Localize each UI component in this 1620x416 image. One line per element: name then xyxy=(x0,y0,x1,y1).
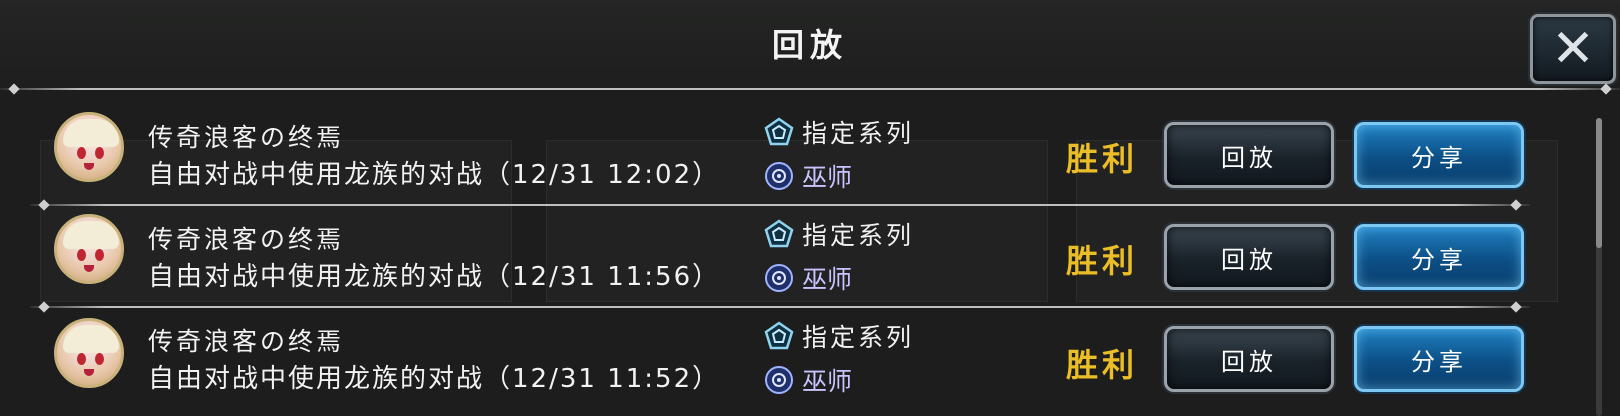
pentagon-deck-icon xyxy=(764,321,794,350)
match-result: 胜利 xyxy=(1066,140,1139,178)
pentagon-deck-icon xyxy=(764,117,794,146)
close-button[interactable]: ✕ xyxy=(1530,14,1616,84)
replay-record-row: 传奇浪客の终焉 自由对战中使用龙族的对战（12/31 11:52） 指定系列 巫… xyxy=(0,306,1600,410)
opponent-class-label: 巫师 xyxy=(802,367,853,396)
close-icon: ✕ xyxy=(1551,19,1595,79)
opponent-class-label: 巫师 xyxy=(802,163,853,192)
deck-type: 指定系列 xyxy=(764,216,914,252)
runecraft-class-icon xyxy=(765,264,793,292)
player-name: 传奇浪客の终焉 xyxy=(148,327,345,356)
match-description: 自由对战中使用龙族的对战（12/31 11:56） xyxy=(148,262,721,292)
runecraft-class-icon xyxy=(765,366,793,394)
runecraft-class-icon xyxy=(765,162,793,190)
replay-record-row: 传奇浪客の终焉 自由对战中使用龙族的对战（12/31 11:56） 指定系列 巫… xyxy=(0,204,1600,308)
replay-button[interactable]: 回放 xyxy=(1164,122,1334,188)
player-avatar xyxy=(54,214,124,284)
player-name: 传奇浪客の终焉 xyxy=(148,225,345,254)
share-button[interactable]: 分享 xyxy=(1354,326,1524,392)
deck-type-label: 指定系列 xyxy=(802,323,915,352)
player-avatar xyxy=(54,318,124,388)
scrollbar-thumb[interactable] xyxy=(1596,118,1602,248)
pentagon-deck-icon xyxy=(764,219,794,248)
share-button[interactable]: 分享 xyxy=(1354,224,1524,290)
player-name: 传奇浪客の终焉 xyxy=(148,123,345,152)
header-divider xyxy=(0,88,1620,90)
match-description: 自由对战中使用龙族的对战（12/31 11:52） xyxy=(148,364,721,394)
page-title: 回放 xyxy=(771,26,848,64)
match-description: 自由对战中使用龙族的对战（12/31 12:02） xyxy=(148,160,721,190)
match-result: 胜利 xyxy=(1066,346,1139,384)
dialog-header: 回放 ✕ xyxy=(0,0,1620,88)
opponent-class-label: 巫师 xyxy=(802,265,853,294)
replay-record-row: 传奇浪客の终焉 自由对战中使用龙族的对战（12/31 12:02） 指定系列 巫… xyxy=(0,100,1600,204)
deck-type-label: 指定系列 xyxy=(802,221,915,250)
opponent-class: 巫师 xyxy=(764,260,852,296)
opponent-class: 巫师 xyxy=(764,362,852,398)
match-result: 胜利 xyxy=(1066,242,1139,280)
opponent-class: 巫师 xyxy=(764,158,852,194)
replay-button[interactable]: 回放 xyxy=(1164,326,1334,392)
replay-button[interactable]: 回放 xyxy=(1164,224,1334,290)
player-avatar xyxy=(54,112,124,182)
share-button[interactable]: 分享 xyxy=(1354,122,1524,188)
deck-type-label: 指定系列 xyxy=(802,119,915,148)
deck-type: 指定系列 xyxy=(764,318,914,354)
deck-type: 指定系列 xyxy=(764,114,914,150)
